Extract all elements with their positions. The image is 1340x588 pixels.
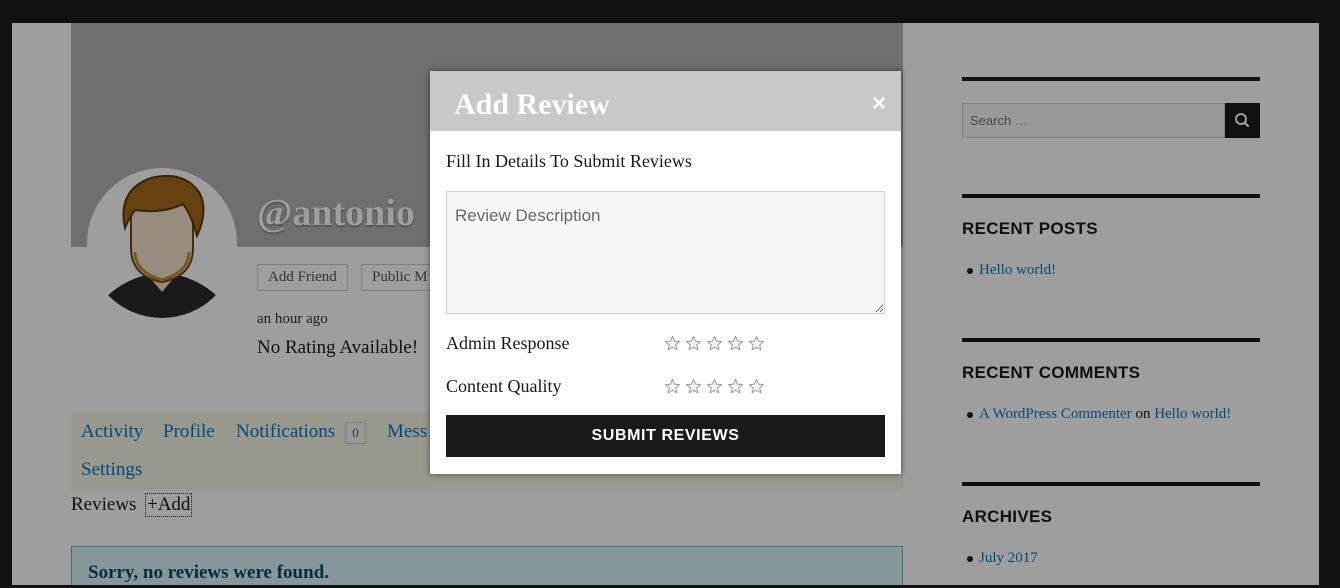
submit-reviews-button[interactable]: SUBMIT REVIEWS	[446, 415, 885, 457]
modal-subtitle: Fill In Details To Submit Reviews	[446, 151, 692, 171]
review-description-field[interactable]	[446, 191, 885, 314]
star-icon[interactable]	[748, 378, 765, 395]
modal-header: Add Review ×	[430, 71, 901, 131]
add-review-modal: Add Review × Fill In Details To Submit R…	[430, 71, 901, 474]
criterion-label: Content Quality	[446, 376, 562, 396]
criterion-label: Admin Response	[446, 333, 570, 353]
star-icon[interactable]	[706, 335, 723, 352]
star-icon[interactable]	[727, 378, 744, 395]
close-icon[interactable]: ×	[872, 90, 886, 118]
star-icon[interactable]	[727, 335, 744, 352]
star-icon[interactable]	[664, 378, 681, 395]
star-icon[interactable]	[685, 378, 702, 395]
star-icon[interactable]	[748, 335, 765, 352]
star-icon[interactable]	[685, 335, 702, 352]
star-icon[interactable]	[706, 378, 723, 395]
rating-stars[interactable]	[664, 335, 769, 353]
rating-stars[interactable]	[664, 378, 769, 396]
star-icon[interactable]	[664, 335, 681, 352]
modal-title: Add Review	[454, 88, 610, 121]
